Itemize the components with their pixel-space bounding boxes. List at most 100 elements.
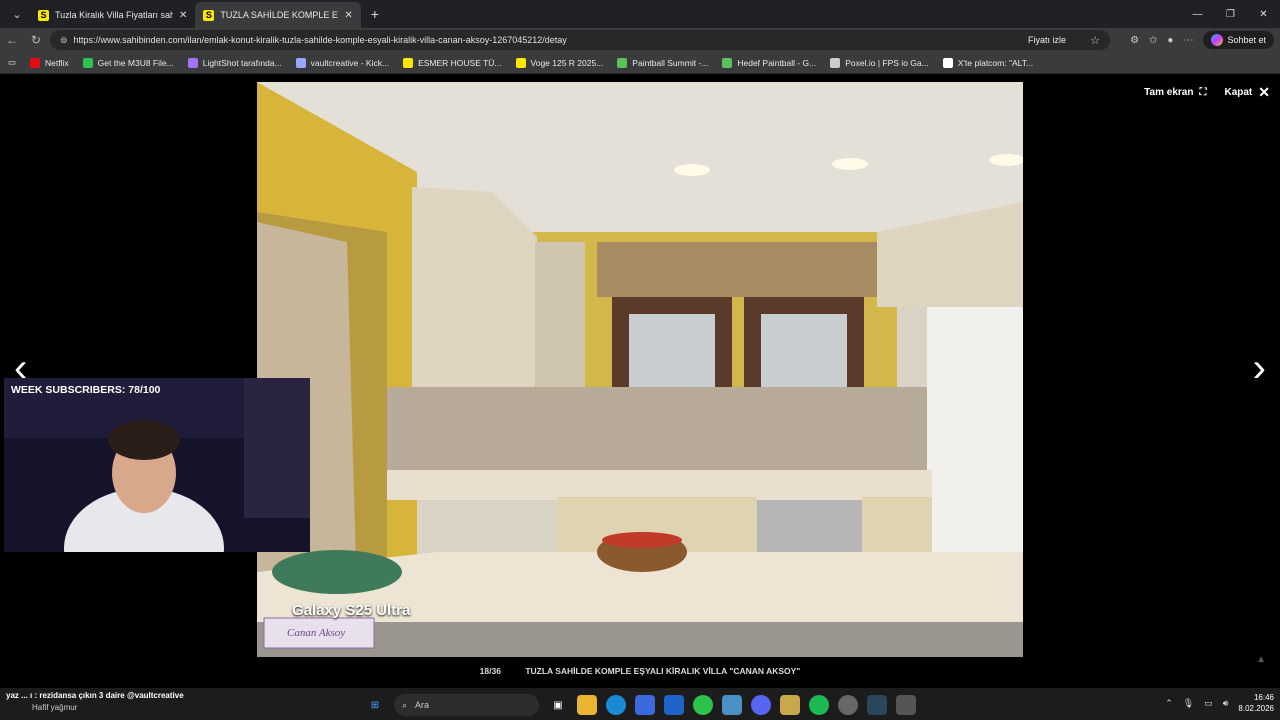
browser-tabstrip: ⌄ S Tuzla Kiralık Villa Fiyatları sahibi… — [0, 0, 1280, 28]
bookmark-favicon-icon — [82, 57, 93, 68]
bookmark-favicon-icon — [30, 57, 41, 68]
weather-text: Hafif yağmur — [32, 703, 78, 712]
close-tab-icon[interactable]: ✕ — [344, 10, 352, 21]
bookmark-label: Voge 125 R 2025... — [530, 57, 604, 68]
bookmark-favicon-icon — [617, 57, 628, 68]
url-text[interactable]: https://www.sahibinden.com/ilan/emlak-ko… — [74, 35, 567, 45]
steam-icon[interactable] — [867, 695, 887, 715]
bookmark-favicon-icon — [187, 57, 198, 68]
volume-icon[interactable]: 🔊︎ — [1223, 698, 1229, 709]
taskbar-apps: ⊞ ⌕ Ara ▣ — [365, 694, 916, 716]
kitchen-photo-image — [257, 82, 1023, 657]
more-menu-icon[interactable]: ⋯ — [1183, 35, 1193, 46]
app-shield-icon[interactable] — [780, 695, 800, 715]
bookmark-item[interactable]: Get the M3U8 File... — [82, 57, 174, 68]
clock[interactable]: 16:46 8.02.2026 — [1238, 692, 1274, 714]
discord-icon[interactable] — [751, 695, 771, 715]
store-icon[interactable] — [635, 695, 655, 715]
address-row: ← ↻ ⊜ https://www.sahibinden.com/ilan/em… — [0, 28, 1280, 52]
extensions-icon[interactable]: ⚙ — [1130, 35, 1139, 46]
windows-start-icon[interactable]: ⊞ — [365, 695, 385, 715]
photo-title: TUZLA SAHİLDE KOMPLE EŞYALI KİRALIK VİLL… — [525, 666, 801, 676]
favorite-star-icon[interactable]: ☆ — [1090, 34, 1100, 47]
tab-sahibinden-list[interactable]: S Tuzla Kiralık Villa Fiyatları sahibind… — [30, 2, 195, 28]
photo-counter: 18/36 — [479, 666, 501, 676]
lightbox-controls: Tam ekran ⛶ Kapat ✕ — [1144, 84, 1270, 101]
scroll-top-icon[interactable]: ▲ — [1256, 654, 1266, 665]
screen: ⌄ S Tuzla Kiralık Villa Fiyatları sahibi… — [0, 0, 1280, 720]
bookmark-item[interactable]: ESMER HOUSE TÜ... — [403, 57, 502, 68]
bookmark-item[interactable]: vaultcreative - Kick... — [295, 57, 390, 68]
search-icon: ⌕ — [402, 699, 408, 710]
tray-overflow-icon[interactable]: ⌃ — [1165, 698, 1173, 709]
bookmark-item[interactable]: Netflix — [30, 57, 69, 68]
new-tab-icon[interactable]: + — [371, 6, 379, 22]
site-info-icon[interactable]: ⊜ — [60, 35, 68, 46]
calculator-icon[interactable] — [896, 695, 916, 715]
bookmark-favicon-icon — [830, 57, 841, 68]
spotify-icon[interactable] — [809, 695, 829, 715]
profile-avatar-icon[interactable]: ● — [1167, 35, 1173, 46]
copilot-label: Sohbet et — [1227, 35, 1266, 45]
app-icon[interactable] — [722, 695, 742, 715]
bookmark-label: Paintball Summit -... — [632, 57, 709, 68]
bookmark-item[interactable]: Voge 125 R 2025... — [515, 57, 604, 68]
microphone-icon[interactable]: 🎙︎ — [1183, 698, 1194, 709]
network-icon[interactable]: ▭ — [1204, 698, 1213, 709]
window-controls: — ❐ ✕ — [1181, 0, 1280, 28]
bookmark-favicon-icon — [295, 57, 306, 68]
fullscreen-label: Tam ekran — [1144, 87, 1194, 98]
close-label: Kapat — [1224, 87, 1253, 98]
bookmark-label: Hedef Paintball - G... — [737, 57, 817, 68]
weather-widget[interactable]: yaz ... ı : rezidansa çıkın 3 daire @vau… — [6, 691, 184, 712]
bookmark-label: X'te platcom: "ALT... — [957, 57, 1034, 68]
task-view-icon[interactable]: ▣ — [548, 695, 568, 715]
system-tray: ⌃ 🎙︎ ▭ 🔊︎ 16:46 8.02.2026 — [1165, 692, 1274, 714]
close-viewer-button[interactable]: Kapat ✕ — [1224, 84, 1270, 101]
kitchen-photo: Galaxy S25 Ultra Canan Aksoy — [257, 82, 1023, 657]
week-subscribers-counter: WEEK SUBSCRIBERS: 78/100 — [11, 384, 161, 396]
clock-time: 16:46 — [1253, 693, 1274, 702]
favorites-icon[interactable]: ✩ — [1149, 35, 1157, 46]
close-window-icon[interactable]: ✕ — [1247, 0, 1280, 28]
bookmark-label: vaultcreative - Kick... — [310, 57, 390, 68]
bookmark-item[interactable]: Poxel.io | FPS io Ga... — [830, 57, 929, 68]
address-bar[interactable]: ⊜ https://www.sahibinden.com/ilan/emlak-… — [50, 30, 1110, 50]
bookmark-item[interactable]: LightShot tarafında... — [187, 57, 282, 68]
photo-watermark: Galaxy S25 Ultra — [292, 602, 411, 619]
whatsapp-icon[interactable] — [693, 695, 713, 715]
app-circle-icon[interactable] — [838, 695, 858, 715]
browser-toolbar-right: ⚙ ✩ ● ⋯ Sohbet et — [1130, 28, 1280, 52]
edge-browser-icon[interactable] — [606, 695, 626, 715]
bookmark-label: LightShot tarafında... — [202, 57, 282, 68]
minimize-icon[interactable]: — — [1181, 0, 1214, 28]
refresh-icon[interactable]: ↻ — [24, 30, 48, 50]
bookmark-item[interactable]: X'te platcom: "ALT... — [942, 57, 1034, 68]
bookmark-label: Get the M3U8 File... — [97, 57, 174, 68]
bookmark-label: ESMER HOUSE TÜ... — [418, 57, 502, 68]
close-icon: ✕ — [1258, 84, 1270, 100]
back-icon[interactable]: ← — [0, 30, 24, 50]
copilot-button[interactable]: Sohbet et — [1203, 31, 1274, 49]
bookmarks-menu-icon[interactable]: ▭ — [8, 57, 16, 68]
tab-title: Tuzla Kiralık Villa Fiyatları sahibinden — [55, 10, 173, 20]
search-placeholder: Ara — [415, 700, 430, 710]
clock-date: 8.02.2026 — [1238, 704, 1274, 713]
taskbar-search[interactable]: ⌕ Ara — [394, 694, 539, 716]
bookmark-favicon-icon — [942, 57, 953, 68]
outlook-icon[interactable] — [664, 695, 684, 715]
streamer-webcam-image — [4, 378, 310, 552]
bookmark-item[interactable]: Paintball Summit -... — [617, 57, 709, 68]
file-explorer-icon[interactable] — [577, 695, 597, 715]
photo-caption: 18/36 TUZLA SAHİLDE KOMPLE EŞYALI KİRALI… — [0, 666, 1280, 676]
webcam-overlay — [4, 378, 310, 552]
next-photo-arrow-icon[interactable]: › — [1253, 346, 1266, 391]
fullscreen-icon: ⛶ — [1199, 87, 1207, 98]
tab-listing-detail[interactable]: S TUZLA SAHİLDE KOMPLE EŞYALI KİR ✕ — [195, 2, 361, 28]
tab-actions-button[interactable]: ⌄ — [4, 4, 30, 24]
bookmark-item[interactable]: Hedef Paintball - G... — [722, 57, 817, 68]
restore-icon[interactable]: ❐ — [1214, 0, 1247, 28]
close-tab-icon[interactable]: ✕ — [179, 10, 187, 21]
fullscreen-button[interactable]: Tam ekran ⛶ — [1144, 84, 1206, 101]
price-follow-button[interactable]: Fiyatı izle — [1028, 35, 1066, 45]
